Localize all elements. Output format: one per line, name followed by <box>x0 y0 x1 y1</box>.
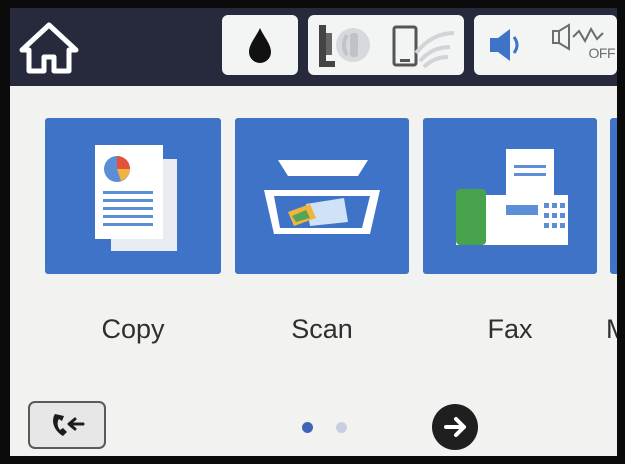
fax-app-label: Fax <box>487 314 533 344</box>
copy-app-button[interactable] <box>45 118 221 274</box>
fax-machine-icon <box>456 149 568 245</box>
ink-drop-icon <box>249 28 271 63</box>
home-button[interactable] <box>14 16 84 78</box>
scan-app-label: Scan <box>291 314 353 344</box>
job-status-icon <box>53 414 85 436</box>
sound-status-button[interactable]: OFF <box>474 15 617 75</box>
arrow-right-icon <box>444 417 466 437</box>
page-indicator-dot <box>336 422 347 433</box>
status-bar: OFF <box>10 8 617 86</box>
page-indicator-dot-active <box>302 422 313 433</box>
ink-status-button[interactable] <box>222 15 298 75</box>
copy-document-icon <box>95 145 177 251</box>
job-status-button[interactable] <box>28 401 106 449</box>
wired-phone-icon <box>318 25 370 67</box>
printer-screen: OFF Copy Scan Fax <box>10 8 617 456</box>
fax-app-button[interactable] <box>423 118 597 274</box>
next-app-label-partial: M <box>606 314 617 345</box>
scan-app-button[interactable] <box>235 118 409 274</box>
next-page-button[interactable] <box>432 404 478 450</box>
next-app-tile-partial[interactable] <box>610 118 617 274</box>
speaker-icon <box>489 29 519 61</box>
fax-off-label: OFF <box>588 45 616 61</box>
copy-app-label: Copy <box>101 314 165 344</box>
scanner-icon <box>264 160 380 234</box>
wifi-tablet-icon <box>392 25 454 69</box>
home-icon <box>19 22 79 74</box>
network-status-button[interactable] <box>308 15 464 75</box>
